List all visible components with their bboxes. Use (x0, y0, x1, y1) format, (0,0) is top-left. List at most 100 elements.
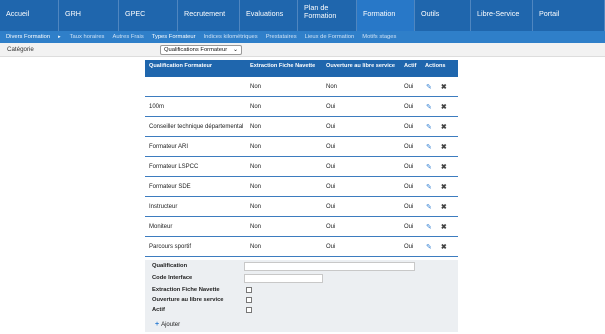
table-row: Formateur ARI Non Oui Oui ✎ ✖ (145, 137, 458, 157)
cell-qualification: Formateur ARI (149, 143, 189, 150)
top-navigation: Accueil GRH GPEC Recrutement Evaluations Plan… (0, 0, 605, 31)
cell-actions: ✎ ✖ (423, 243, 458, 251)
cell-extraction: Non (250, 123, 262, 130)
nav-item-grh[interactable]: GRH (59, 0, 119, 31)
cell-ouverture: Oui (326, 123, 336, 130)
edit-icon[interactable]: ✎ (426, 203, 432, 211)
subnav-item-autres-frais[interactable]: Autres Frais (112, 34, 143, 40)
cell-extraction: Non (250, 223, 262, 230)
table-row: Non Non Oui ✎ ✖ (145, 77, 458, 97)
cell-actions: ✎ ✖ (423, 203, 458, 211)
sub-navigation: Divers Formation ▸ Taux horaires Autres Fra… (0, 31, 605, 43)
nav-item-formation[interactable]: Formation (357, 0, 415, 31)
delete-icon[interactable]: ✖ (441, 223, 447, 231)
category-select[interactable]: Qualifications Formateur ⌄ (160, 45, 242, 55)
table-row: Parcours sportif Non Oui Oui ✎ ✖ (145, 237, 458, 257)
subnav-item-motifs-stages[interactable]: Motifs stages (362, 34, 396, 40)
table-row: 100m Non Oui Oui ✎ ✖ (145, 97, 458, 117)
plus-icon: + (155, 321, 160, 328)
edit-icon[interactable]: ✎ (426, 143, 432, 151)
subnav-item-divers-formation[interactable]: Divers Formation (6, 34, 50, 40)
edit-icon[interactable]: ✎ (426, 243, 432, 251)
nav-item-outils[interactable]: Outils (415, 0, 471, 31)
delete-icon[interactable]: ✖ (441, 203, 447, 211)
nav-item-portail[interactable]: Portail (533, 0, 605, 31)
delete-icon[interactable]: ✖ (441, 83, 447, 91)
edit-icon[interactable]: ✎ (426, 183, 432, 191)
subnav-item-lieux-de-formation[interactable]: Lieux de Formation (305, 34, 355, 40)
header-actions: Actions (425, 63, 446, 69)
table-header: Qualification Formateur Extraction Fiche… (145, 60, 458, 77)
cell-actif: Oui (404, 223, 414, 230)
cell-actions: ✎ ✖ (423, 83, 458, 91)
qualification-input[interactable] (244, 262, 415, 271)
cell-ouverture: Oui (326, 243, 336, 250)
nav-item-accueil[interactable]: Accueil (0, 0, 59, 31)
table-row: Conseiller technique départemental Non Oui… (145, 117, 458, 137)
header-ouverture[interactable]: Ouverture au libre service (324, 63, 403, 69)
cell-actif: Oui (404, 163, 414, 170)
header-actif[interactable]: Actif (403, 63, 423, 69)
add-button[interactable]: + Ajouter (155, 321, 180, 328)
chevron-down-icon: ⌄ (232, 47, 238, 53)
cell-ouverture: Non (326, 83, 338, 90)
subnav-item-prestataires[interactable]: Prestataires (266, 34, 297, 40)
subnav-item-taux-horaires[interactable]: Taux horaires (70, 34, 105, 40)
ouverture-checkbox[interactable] (246, 297, 252, 303)
edit-icon[interactable]: ✎ (426, 83, 432, 91)
cell-qualification: Moniteur (149, 223, 173, 230)
cell-extraction: Non (250, 183, 262, 190)
edit-icon[interactable]: ✎ (426, 123, 432, 131)
cell-ouverture: Oui (326, 203, 336, 210)
cell-actif: Oui (404, 203, 414, 210)
cell-ouverture: Oui (326, 183, 336, 190)
nav-item-libre-service[interactable]: Libre-Service (471, 0, 533, 31)
delete-icon[interactable]: ✖ (441, 103, 447, 111)
cell-actions: ✎ ✖ (423, 103, 458, 111)
delete-icon[interactable]: ✖ (441, 123, 447, 131)
delete-icon[interactable]: ✖ (441, 243, 447, 251)
cell-actif: Oui (404, 103, 414, 110)
actif-label: Actif (152, 307, 165, 313)
nav-item-gpec[interactable]: GPEC (119, 0, 178, 31)
edit-icon[interactable]: ✎ (426, 103, 432, 111)
edit-icon[interactable]: ✎ (426, 163, 432, 171)
cell-actif: Oui (404, 243, 414, 250)
cell-actif: Oui (404, 123, 414, 130)
delete-icon[interactable]: ✖ (441, 163, 447, 171)
nav-item-evaluations[interactable]: Evaluations (240, 0, 298, 31)
qualifications-table: Qualification Formateur Extraction Fiche… (145, 60, 458, 332)
cell-ouverture: Oui (326, 143, 336, 150)
cell-actions: ✎ ✖ (423, 123, 458, 131)
category-selected-value: Qualifications Formateur (164, 47, 228, 53)
caret-right-icon: ▸ (58, 34, 61, 40)
cell-ouverture: Oui (326, 163, 336, 170)
table-row: Instructeur Non Oui Oui ✎ ✖ (145, 197, 458, 217)
edit-icon[interactable]: ✎ (426, 223, 432, 231)
cell-qualification: Conseiller technique départemental (149, 123, 244, 130)
cell-qualification: Formateur SDE (149, 183, 191, 190)
cell-extraction: Non (250, 103, 262, 110)
category-row: Catégorie Qualifications Formateur ⌄ (0, 43, 605, 57)
cell-actif: Oui (404, 83, 414, 90)
add-label: Ajouter (161, 322, 181, 328)
code-interface-label: Code Interface (152, 275, 193, 281)
subnav-item-types-formateur[interactable]: Types Formateur (152, 34, 196, 40)
cell-actions: ✎ ✖ (423, 143, 458, 151)
subnav-item-indices-kilometriques[interactable]: Indices kilométriques (204, 34, 258, 40)
delete-icon[interactable]: ✖ (441, 183, 447, 191)
code-interface-input[interactable] (244, 274, 323, 283)
table-body: Non Non Oui ✎ ✖ 100m Non Oui Oui ✎ ✖ Conseiller tec… (145, 77, 458, 257)
header-qualification[interactable]: Qualification Formateur (145, 63, 248, 69)
cell-actions: ✎ ✖ (423, 223, 458, 231)
delete-icon[interactable]: ✖ (441, 143, 447, 151)
cell-qualification: Formateur LSPCC (149, 163, 199, 170)
nav-item-plan-de-formation[interactable]: Plan de Formation (298, 0, 357, 31)
cell-extraction: Non (250, 143, 262, 150)
header-extraction[interactable]: Extraction Fiche Navette (248, 63, 324, 69)
cell-qualification: Instructeur (149, 203, 178, 210)
actif-checkbox[interactable] (246, 307, 252, 313)
extraction-checkbox[interactable] (246, 287, 252, 293)
nav-item-recrutement[interactable]: Recrutement (178, 0, 240, 31)
cell-ouverture: Oui (326, 223, 336, 230)
